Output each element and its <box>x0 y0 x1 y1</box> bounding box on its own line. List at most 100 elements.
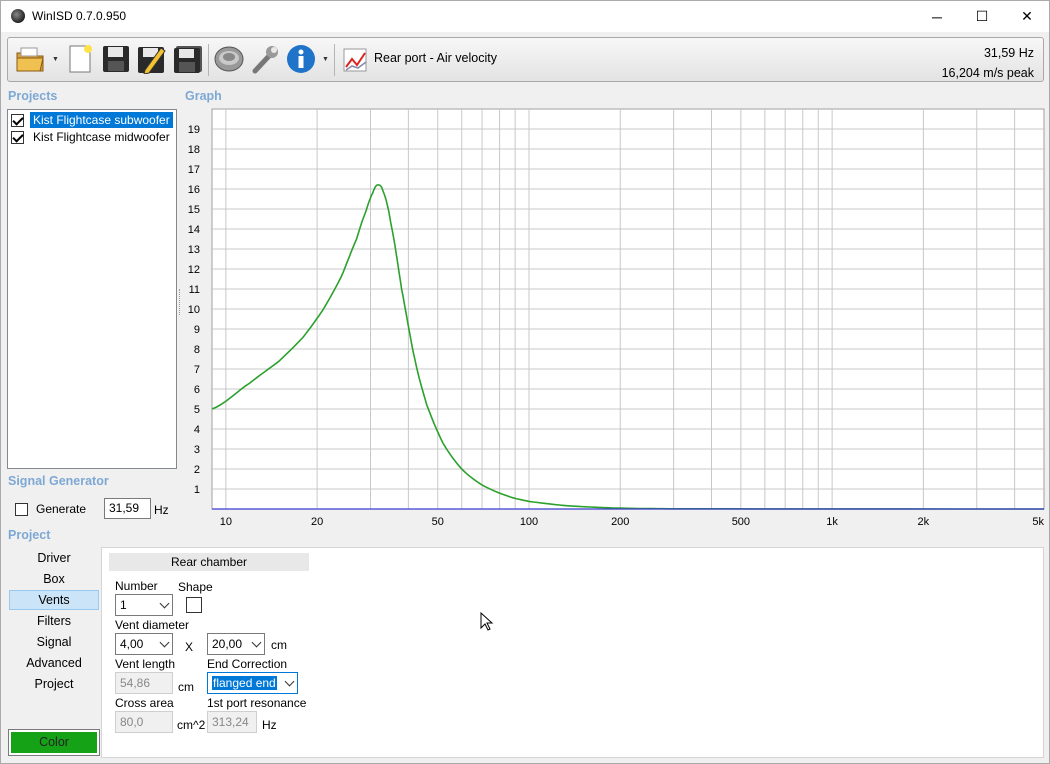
generator-frequency-unit: Hz <box>154 503 169 517</box>
project-checkbox[interactable] <box>11 130 24 144</box>
graph-icon[interactable] <box>340 43 372 75</box>
vent-shape-picker[interactable] <box>186 597 202 613</box>
y-tick-label: 9 <box>194 324 200 336</box>
project-name[interactable]: Kist Flightcase midwoofer <box>30 129 173 145</box>
edit-icon[interactable] <box>136 43 168 75</box>
project-name[interactable]: Kist Flightcase subwoofer <box>30 112 173 128</box>
x-tick-label: 500 <box>732 516 750 527</box>
graph-type-selector[interactable]: Rear port - Air velocity <box>374 51 497 65</box>
y-tick-label: 13 <box>188 244 200 256</box>
port-resonance-label: 1st port resonance <box>207 696 307 710</box>
projects-list: Kist Flightcase subwoofer Kist Flightcas… <box>7 109 177 469</box>
close-button[interactable]: ✕ <box>1004 1 1050 32</box>
chevron-down-icon <box>284 676 295 687</box>
x-tick-label: 2k <box>918 516 930 527</box>
y-tick-label: 19 <box>188 124 200 136</box>
nav-box[interactable]: Box <box>9 569 99 589</box>
mouse-cursor-icon <box>480 611 494 635</box>
port-resonance-field: 313,24 <box>207 711 257 733</box>
generator-frequency-input[interactable]: 31,59 <box>104 498 151 519</box>
generate-checkbox[interactable] <box>15 502 28 516</box>
nav-advanced[interactable]: Advanced <box>9 653 99 673</box>
cross-area-label: Cross area <box>115 696 174 710</box>
cross-area-field: 80,0 <box>115 711 173 733</box>
y-tick-label: 7 <box>194 364 200 376</box>
title-bar: WinISD 0.7.0.950 ─ ☐ ✕ <box>1 1 1049 32</box>
chevron-down-icon[interactable]: ▼ <box>322 56 329 63</box>
generate-label: Generate <box>36 502 87 516</box>
wrench-icon[interactable] <box>249 43 281 75</box>
dimension-separator: X <box>185 640 194 654</box>
signal-generator-header: Signal Generator <box>8 474 109 488</box>
y-tick-label: 14 <box>188 224 200 236</box>
save-all-icon[interactable] <box>172 43 204 75</box>
maximize-button[interactable]: ☐ <box>959 1 1005 32</box>
frequency-readout: 31,59 Hz <box>983 46 1034 60</box>
chevron-down-icon <box>159 637 170 648</box>
window-title: WinISD 0.7.0.950 <box>32 9 127 23</box>
list-item[interactable]: Kist Flightcase midwoofer <box>11 129 173 145</box>
y-tick-label: 17 <box>188 164 200 176</box>
y-tick-label: 10 <box>188 304 200 316</box>
y-tick-label: 15 <box>188 204 200 216</box>
chevron-down-icon[interactable]: ▼ <box>52 56 59 63</box>
x-tick-label: 20 <box>311 516 323 527</box>
y-tick-label: 16 <box>188 184 200 196</box>
list-item[interactable]: Kist Flightcase subwoofer <box>11 112 173 128</box>
vent-length-field: 54,86 <box>115 672 173 694</box>
x-tick-label: 50 <box>432 516 444 527</box>
new-document-icon[interactable] <box>64 43 96 75</box>
chevron-down-icon <box>251 637 262 648</box>
x-tick-label: 1k <box>826 516 838 527</box>
vent-diameter-select[interactable]: 4,00 <box>115 633 173 655</box>
toolbar: ▼ ▼ Rear port - Air velocity 31,59 Hz 16… <box>7 37 1044 82</box>
chevron-down-icon <box>159 598 170 609</box>
vent-number-select[interactable]: 1 <box>115 594 173 616</box>
air-velocity-chart[interactable]: 1234567891011121314151617181910 20 50 100 20… <box>183 105 1045 528</box>
nav-signal[interactable]: Signal <box>9 632 99 652</box>
vent-diameter-value: 4,00 <box>120 637 144 651</box>
x-tick-label: 5k <box>1032 516 1044 527</box>
nav-filters[interactable]: Filters <box>9 611 99 631</box>
minimize-button[interactable]: ─ <box>914 1 960 32</box>
toolbar-separator <box>334 44 335 76</box>
project-checkbox[interactable] <box>11 113 24 127</box>
toolbar-separator <box>208 44 209 76</box>
vent-number-value: 1 <box>120 598 127 612</box>
driver-icon[interactable] <box>213 43 245 75</box>
y-tick-label: 5 <box>194 404 200 416</box>
save-icon[interactable] <box>100 43 132 75</box>
vent-width-value: 20,00 <box>212 637 243 651</box>
nav-driver[interactable]: Driver <box>9 548 99 568</box>
cursor-readout: 31,59 Hz 16,204 m/s peak <box>942 43 1034 83</box>
y-tick-label: 18 <box>188 144 200 156</box>
value-readout: 16,204 m/s peak <box>941 66 1034 80</box>
chamber-tab[interactable]: Rear chamber <box>109 553 309 571</box>
end-correction-select[interactable]: flanged end <box>207 672 298 694</box>
open-folder-icon[interactable] <box>14 43 46 75</box>
graph-header: Graph <box>185 89 222 103</box>
vent-length-label: Vent length <box>115 657 176 671</box>
projects-header: Projects <box>8 89 58 103</box>
x-tick-label: 200 <box>611 516 629 527</box>
info-icon[interactable] <box>285 43 317 75</box>
y-tick-label: 2 <box>194 464 200 476</box>
generate-toggle[interactable]: Generate <box>15 502 86 516</box>
app-icon <box>11 9 25 23</box>
x-tick-label: 10 <box>220 516 232 527</box>
y-tick-label: 3 <box>194 444 200 456</box>
y-tick-label: 8 <box>194 344 200 356</box>
y-tick-label: 11 <box>189 284 200 296</box>
y-tick-label: 12 <box>188 264 200 276</box>
vent-diameter-unit: cm <box>271 638 287 652</box>
nav-project[interactable]: Project <box>9 674 99 694</box>
x-tick-label: 100 <box>520 516 538 527</box>
color-button[interactable]: Color <box>8 729 100 756</box>
nav-vents[interactable]: Vents <box>9 590 99 610</box>
shape-label: Shape <box>178 580 213 594</box>
y-tick-label: 1 <box>194 484 200 496</box>
end-correction-value: flanged end <box>212 676 277 690</box>
vent-width-select[interactable]: 20,00 <box>207 633 265 655</box>
splitter-handle[interactable] <box>179 289 181 315</box>
vent-diameter-label: Vent diameter <box>115 618 190 632</box>
